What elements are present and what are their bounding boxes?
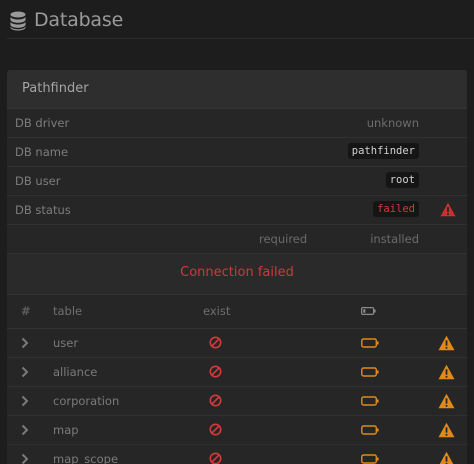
panel-heading: Pathfinder [7,70,467,109]
db-driver-value: unknown [366,116,419,130]
table-row-map[interactable]: map [7,416,467,445]
column-exist-header: exist [203,304,231,318]
table-name: corporation [53,394,120,408]
table-name: alliance [53,365,98,379]
db-user-label: DB user [15,174,61,188]
column-index-header: # [21,304,31,318]
connection-status-banner: Connection failed [7,254,467,295]
table-row-corporation[interactable]: corporation [7,387,467,416]
ban-icon [209,336,222,349]
ban-icon [209,394,222,407]
version-header-row: required installed [7,225,467,254]
warning-triangle-icon [438,422,455,438]
page-title: Database [34,9,124,31]
battery-empty-icon [361,338,379,348]
warning-triangle-icon [438,393,455,409]
column-table-header: table [53,304,83,318]
warning-triangle-icon [440,202,456,217]
connection-status-message: Connection failed [180,265,294,280]
table-name: user [53,336,79,350]
db-user-value: root [385,172,419,188]
header-divider [7,38,474,39]
warning-triangle-icon [438,364,455,380]
table-name: map [53,423,79,437]
required-label: required [259,232,308,246]
db-user-row: DB user root [7,167,467,196]
database-panel: Pathfinder DB driver unknown DB name pat… [7,70,467,464]
ban-icon [209,365,222,378]
chevron-right-icon[interactable] [21,453,29,464]
warning-triangle-icon [438,335,455,351]
table-name: map_scope [53,452,119,464]
battery-empty-icon [361,367,379,377]
battery-empty-icon [361,425,379,435]
chevron-right-icon[interactable] [21,337,29,349]
table-row-user[interactable]: user [7,329,467,358]
page-header: Database [0,0,474,40]
db-name-row: DB name pathfinder [7,138,467,167]
table-header: # table exist [7,295,467,329]
chevron-right-icon[interactable] [21,366,29,378]
chevron-right-icon[interactable] [21,395,29,407]
panel-title: Pathfinder [22,81,89,96]
chevron-right-icon[interactable] [21,424,29,436]
db-status-value: failed [373,201,419,217]
ban-icon [209,423,222,436]
database-icon [10,11,26,31]
database-page: Database Pathfinder DB driver unknown DB… [0,0,474,464]
battery-icon [361,307,376,315]
battery-empty-icon [361,454,379,464]
db-name-value: pathfinder [347,143,419,159]
db-status-label: DB status [15,203,71,217]
table-row-alliance[interactable]: alliance [7,358,467,387]
db-status-row: DB status failed [7,196,467,225]
db-name-label: DB name [15,145,69,159]
battery-empty-icon [361,396,379,406]
db-driver-row: DB driver unknown [7,109,467,138]
ban-icon [209,452,222,464]
db-driver-label: DB driver [15,116,70,130]
table-row-map-scope[interactable]: map_scope [7,445,467,464]
installed-label: installed [370,232,419,246]
warning-triangle-icon [439,451,454,464]
